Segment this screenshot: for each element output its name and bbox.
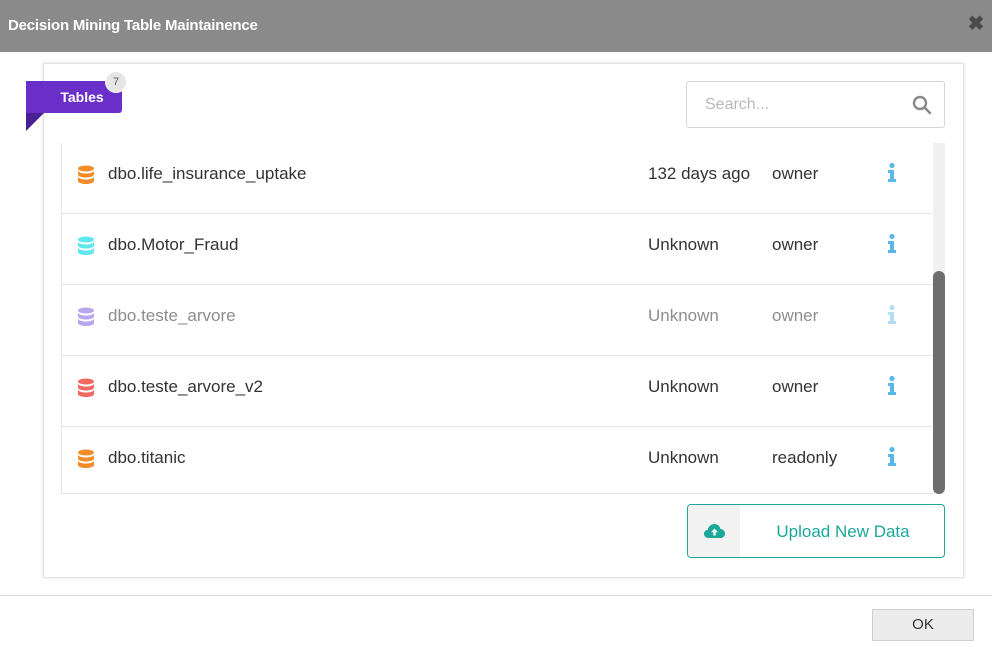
info-icon[interactable] [886,162,898,184]
scrollbar-thumb[interactable] [933,271,945,494]
tables-list: dbo.life_insurance_uptake 132 days ago own… [61,143,945,494]
database-icon [78,378,94,397]
table-modified: 132 days ago [648,164,751,183]
dialog-titlebar: Decision Mining Table Maintainence ✖ [0,0,992,52]
table-row[interactable]: dbo.teste_arvore Unknown owner [62,285,932,356]
database-icon [78,307,94,326]
table-permission: owner [772,164,819,183]
search-input[interactable] [687,82,907,127]
tab-ribbon-fold [26,113,44,131]
table-permission: owner [772,235,819,254]
database-icon [78,449,94,468]
table-name[interactable]: dbo.titanic [108,448,186,468]
table-row[interactable]: dbo.life_insurance_uptake 132 days ago own… [62,143,932,214]
table-modified: Unknown [648,235,719,254]
table-row[interactable]: dbo.Motor_Fraud Unknown owner [62,214,932,285]
table-name[interactable]: dbo.life_insurance_uptake [108,164,306,184]
table-name[interactable]: dbo.teste_arvore_v2 [108,377,263,397]
dialog-title: Decision Mining Table Maintainence [8,17,258,34]
info-icon[interactable] [886,375,898,397]
table-permission: owner [772,377,819,396]
table-modified: Unknown [648,377,719,396]
table-name[interactable]: dbo.teste_arvore [108,306,236,326]
table-row[interactable]: dbo.titanic Unknown readonly [62,427,932,493]
table-name[interactable]: dbo.Motor_Fraud [108,235,238,255]
close-icon[interactable]: ✖ [967,14,985,34]
search-box [686,81,945,128]
upload-icon-box [688,505,740,557]
database-icon [78,165,94,184]
info-icon[interactable] [886,233,898,255]
table-permission: readonly [772,448,838,467]
table-modified: Unknown [648,448,719,467]
database-icon [78,236,94,255]
info-icon[interactable] [886,304,898,326]
table-modified: Unknown [648,306,719,325]
table-permission: owner [772,306,819,325]
search-icon[interactable] [912,95,932,115]
cloud-upload-icon [704,524,725,538]
upload-new-data-button[interactable]: Upload New Data [687,504,945,558]
tables-count-badge: 7 [105,71,127,93]
footer-divider [0,595,992,596]
upload-new-data-label: Upload New Data [776,522,910,541]
ok-button[interactable]: OK [872,609,974,641]
info-icon[interactable] [886,446,898,468]
table-row[interactable]: dbo.teste_arvore_v2 Unknown owner [62,356,932,427]
